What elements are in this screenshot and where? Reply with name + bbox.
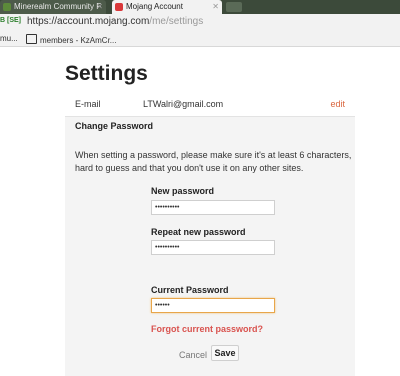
change-password-heading: Change Password bbox=[75, 121, 154, 131]
bookmark-item[interactable]: members - KzAmCr... bbox=[26, 34, 116, 45]
bookmarks-bar: mu... members - KzAmCr... bbox=[0, 31, 400, 47]
change-password-panel: Change Password When setting a password,… bbox=[65, 117, 355, 376]
page-title: Settings bbox=[65, 62, 148, 85]
ssl-indicator: B [SE] bbox=[0, 17, 21, 24]
tab-title: Mojang Account bbox=[126, 2, 183, 11]
url-path: /me/settings bbox=[149, 16, 204, 27]
close-icon[interactable]: ✕ bbox=[212, 0, 219, 14]
email-row: E-mail LTWalri@gmail.com edit bbox=[65, 92, 355, 117]
repeat-password-label: Repeat new password bbox=[151, 227, 246, 237]
edit-email-link[interactable]: edit bbox=[330, 99, 345, 109]
password-hint: When setting a password, please make sur… bbox=[75, 150, 352, 173]
url-host: https://account.mojang.com bbox=[27, 16, 150, 27]
forgot-password-link[interactable]: Forgot current password? bbox=[151, 324, 263, 334]
minerealm-favicon-icon bbox=[3, 3, 11, 11]
browser-tab-bar: Minerealm Community F ✕ Mojang Account ✕ bbox=[0, 0, 400, 14]
new-password-field[interactable] bbox=[151, 200, 275, 215]
mojang-favicon-icon bbox=[115, 3, 123, 11]
url-text[interactable]: https://account.mojang.com/me/settings bbox=[27, 16, 203, 27]
bookmark-page-icon bbox=[26, 34, 37, 44]
tab-title: Minerealm Community F bbox=[14, 2, 102, 11]
address-bar[interactable]: B [SE] https://account.mojang.com/me/set… bbox=[0, 14, 400, 32]
tab-mojang-account[interactable]: Mojang Account ✕ bbox=[112, 0, 222, 14]
close-icon[interactable]: ✕ bbox=[96, 0, 103, 14]
new-password-label: New password bbox=[151, 186, 215, 196]
repeat-password-field[interactable] bbox=[151, 240, 275, 255]
current-password-label: Current Password bbox=[151, 285, 229, 295]
current-password-field[interactable] bbox=[151, 298, 275, 313]
cancel-link[interactable]: Cancel bbox=[179, 350, 207, 360]
email-label: E-mail bbox=[75, 99, 101, 109]
save-button[interactable]: Save bbox=[211, 345, 239, 361]
bookmark-label: members - KzAmCr... bbox=[40, 36, 117, 45]
email-value: LTWalri@gmail.com bbox=[143, 99, 224, 109]
bookmark-item[interactable]: mu... bbox=[0, 34, 18, 43]
tab-minerealm[interactable]: Minerealm Community F ✕ bbox=[0, 0, 106, 14]
new-tab-button[interactable] bbox=[226, 2, 242, 12]
